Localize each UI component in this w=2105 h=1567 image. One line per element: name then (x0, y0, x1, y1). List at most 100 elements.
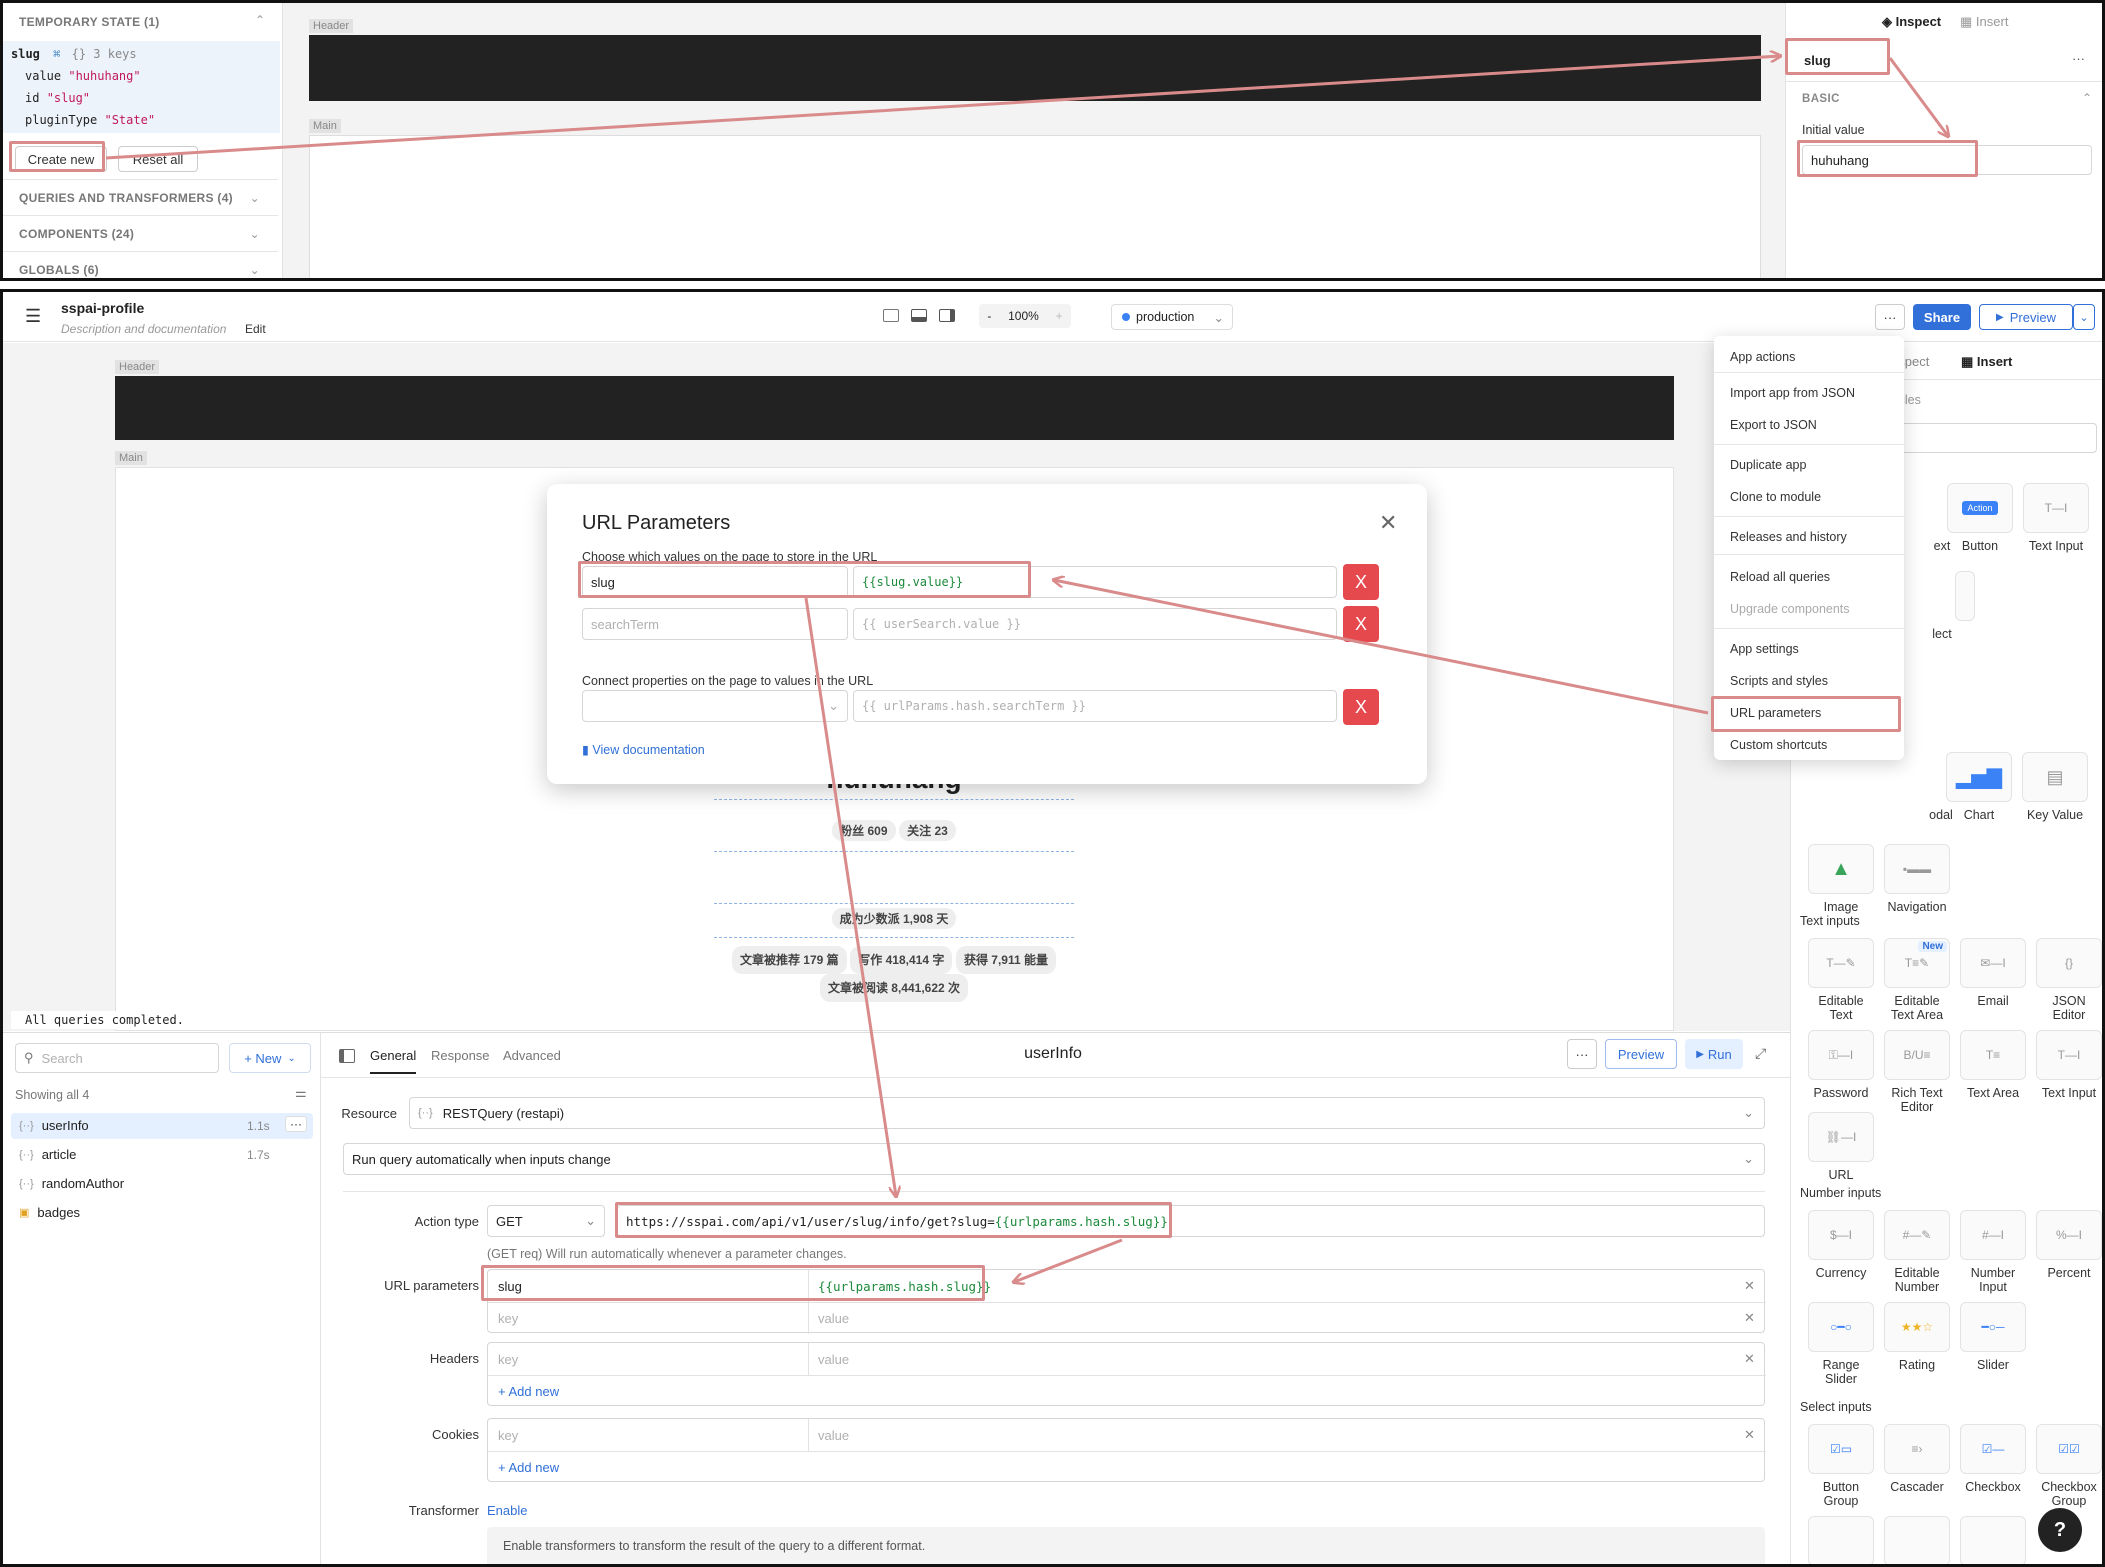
app-description[interactable]: Description and documentation (61, 322, 226, 336)
view-documentation-link[interactable]: ▮ View documentation (582, 742, 705, 757)
add-cookie-link[interactable]: + Add new (498, 1460, 559, 1475)
component-editable-text[interactable]: T—✎ Editable Text (1808, 938, 1874, 1022)
component-navigation[interactable]: ▪▬▬ Navigation (1884, 844, 1950, 914)
component-range-slider[interactable]: ○━○ Range Slider (1808, 1302, 1874, 1386)
method-select[interactable]: GET ⌄ (487, 1205, 605, 1237)
query-search-input[interactable]: ⚲ Search (15, 1043, 219, 1073)
param-key-input[interactable]: key (498, 1311, 518, 1326)
profile-stats[interactable]: 文章被推荐 179 篇 写作 418,414 字 获得 7,911 能量 文章被… (714, 946, 1074, 1002)
param-key-input[interactable]: searchTerm (582, 608, 848, 640)
component-number-input[interactable]: #—I Number Input (1960, 1210, 2026, 1294)
component-rating[interactable]: ★★☆ Rating (1884, 1302, 1950, 1372)
new-query-button[interactable]: + New ⌄ (229, 1043, 311, 1073)
toggle-right-panel-icon[interactable] (939, 309, 955, 322)
component-checkbox-group[interactable]: ☑☑ Checkbox Group (2036, 1424, 2102, 1508)
query-item[interactable]: {··} userInfo 1.1s ··· (19, 1116, 309, 1133)
more-icon[interactable]: ··· (285, 1116, 307, 1132)
menu-reload-queries[interactable]: Reload all queries (1730, 570, 1830, 584)
menu-releases-history[interactable]: Releases and history (1730, 530, 1847, 544)
param-value-input[interactable]: {{urlparams.hash.slug}} (818, 1279, 991, 1294)
remove-connection-button[interactable]: X (1343, 689, 1379, 725)
close-icon[interactable]: ✕ (1379, 510, 1397, 536)
menu-scripts-styles[interactable]: Scripts and styles (1730, 674, 1828, 688)
component-image[interactable]: ▲ Image (1808, 844, 1874, 914)
toggle-bottom-panel-icon[interactable] (911, 309, 927, 322)
component-checkbox[interactable]: ☑— Checkbox (1960, 1424, 2026, 1494)
component-partial-row[interactable] (1960, 1516, 2026, 1564)
temp-state-header[interactable]: TEMPORARY STATE (1) (19, 15, 160, 29)
component-currency[interactable]: $—I Currency (1808, 1210, 1874, 1280)
component-editable-number[interactable]: #—✎ Editable Number (1884, 1210, 1950, 1294)
component-text-area[interactable]: T≡ Text Area (1960, 1030, 2026, 1100)
menu-url-parameters[interactable]: URL parameters (1730, 706, 1821, 720)
property-select[interactable]: ⌄ (582, 690, 848, 722)
component-percent[interactable]: %—I Percent (2036, 1210, 2102, 1280)
share-button[interactable]: Share (1913, 304, 1971, 330)
query-preview-button[interactable]: Preview (1605, 1039, 1677, 1069)
query-title[interactable]: userInfo (953, 1045, 1153, 1063)
tab-insert[interactable]: ▦ Insert (1961, 354, 2012, 370)
edit-link[interactable]: Edit (245, 322, 266, 336)
component-json-editor[interactable]: {} JSON Editor (2036, 938, 2102, 1022)
main-frame[interactable] (309, 135, 1761, 278)
expand-icon[interactable]: ⤢ (1755, 1045, 1766, 1062)
tab-response[interactable]: Response (431, 1048, 490, 1063)
component-select[interactable]: lect (1909, 571, 1975, 641)
menu-clone-module[interactable]: Clone to module (1730, 490, 1821, 504)
component-email[interactable]: ✉—I Email (1960, 938, 2026, 1008)
more-icon[interactable]: ··· (2072, 51, 2085, 66)
menu-duplicate-app[interactable]: Duplicate app (1730, 458, 1806, 472)
component-text-input[interactable]: T—I Text Input (2023, 483, 2089, 553)
enable-transformer-link[interactable]: Enable (487, 1503, 527, 1518)
menu-upgrade-components[interactable]: Upgrade components (1730, 602, 1850, 616)
param-value-input[interactable]: value (818, 1311, 849, 1326)
profile-counts[interactable]: 粉丝 609 关注 23 (714, 820, 1074, 852)
app-logo-icon[interactable]: ☰ (25, 306, 41, 327)
chevron-up-icon[interactable]: ⌃ (2082, 91, 2092, 105)
menu-export-json[interactable]: Export to JSON (1730, 418, 1817, 432)
remove-param-button[interactable]: X (1343, 564, 1379, 600)
menu-custom-shortcuts[interactable]: Custom shortcuts (1730, 738, 1827, 752)
header-frame[interactable] (115, 376, 1674, 440)
basic-section-label[interactable]: BASIC (1802, 93, 1840, 105)
cookie-value-input[interactable]: value (818, 1428, 849, 1443)
preview-dropdown-button[interactable]: ⌄ (2073, 304, 2095, 330)
component-editable-text-area[interactable]: T≡✎ New Editable Text Area (1884, 938, 1950, 1022)
trigger-select[interactable]: Run query automatically when inputs chan… (343, 1143, 1765, 1175)
query-item[interactable]: ▣ badges (19, 1205, 80, 1220)
tab-inspect[interactable]: ◈ Inspect (1882, 14, 1941, 30)
component-button-group[interactable]: ☑▭ Button Group (1808, 1424, 1874, 1508)
component-cascader[interactable]: ≡› Cascader (1884, 1424, 1950, 1494)
remove-icon[interactable]: ✕ (1744, 1351, 1755, 1367)
app-name[interactable]: sspai-profile (61, 300, 144, 316)
zoom-in-button[interactable]: + (1056, 309, 1063, 323)
remove-icon[interactable]: ✕ (1744, 1427, 1755, 1443)
param-value-input[interactable]: {{slug.value}} (853, 566, 1337, 598)
component-button[interactable]: Action Button (1947, 483, 2013, 553)
inspect-name[interactable]: slug (1804, 53, 1831, 68)
preview-button[interactable]: ▶ Preview (1979, 304, 2073, 330)
component-url[interactable]: ⛓—I URL (1808, 1112, 1874, 1182)
environment-select[interactable]: production ⌄ (1111, 304, 1233, 330)
query-item[interactable]: {··} randomAuthor (19, 1176, 124, 1191)
profile-days[interactable]: 成为少数派 1,908 天 (714, 908, 1074, 938)
component-text-input[interactable]: T—I Text Input (2036, 1030, 2102, 1100)
component-key-value[interactable]: ▤ Key Value (2022, 752, 2088, 822)
menu-app-settings[interactable]: App settings (1730, 642, 1799, 656)
section-queries[interactable]: QUERIES AND TRANSFORMERS (4) ⌄ (3, 179, 278, 215)
remove-icon[interactable]: ✕ (1744, 1278, 1755, 1294)
add-header-link[interactable]: + Add new (498, 1384, 559, 1399)
component-partial-row[interactable] (1884, 1516, 1950, 1564)
tab-general[interactable]: General (370, 1048, 417, 1074)
param-value-input[interactable]: {{ userSearch.value }} (853, 608, 1337, 640)
url-input[interactable]: https://sspai.com/api/v1/user/slug/info/… (617, 1205, 1765, 1237)
query-item[interactable]: {··} article 1.7s (19, 1147, 309, 1162)
zoom-out-button[interactable]: - (987, 309, 991, 323)
remove-icon[interactable]: ✕ (1744, 1310, 1755, 1326)
toggle-left-panel-icon[interactable] (883, 309, 899, 322)
run-button[interactable]: ▶ Run (1685, 1039, 1743, 1069)
header-value-input[interactable]: value (818, 1352, 849, 1367)
toggle-query-list-icon[interactable] (339, 1049, 355, 1063)
section-components[interactable]: COMPONENTS (24) ⌄ (3, 215, 278, 251)
component-partial-row[interactable] (1808, 1516, 1874, 1564)
